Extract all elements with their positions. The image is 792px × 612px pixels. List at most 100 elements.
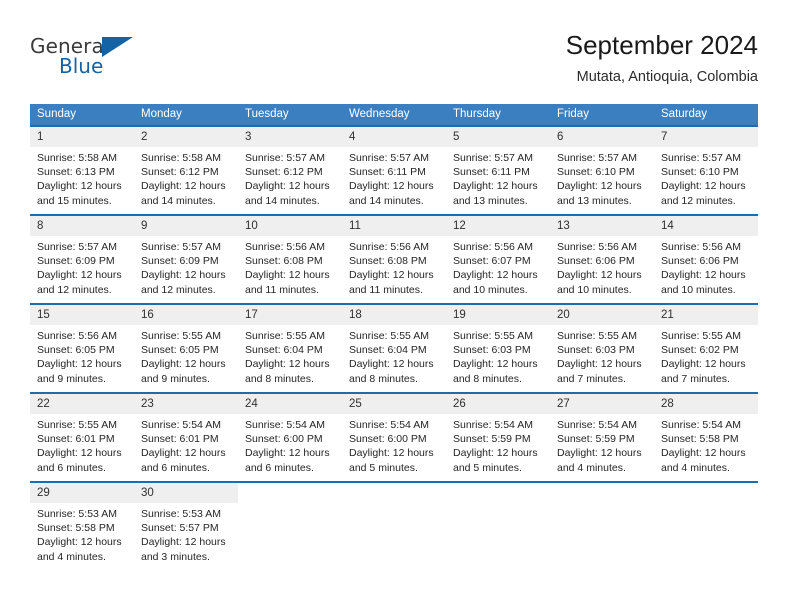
- calendar-day-cell[interactable]: 8 Sunrise: 5:57 AM Sunset: 6:09 PM Daylig…: [30, 214, 134, 304]
- calendar-day-cell[interactable]: 28 Sunrise: 5:54 AM Sunset: 5:58 PM Dayli…: [654, 392, 758, 482]
- day-number: 17: [238, 305, 342, 325]
- day-number: 16: [134, 305, 238, 325]
- calendar-day-cell[interactable]: 18 Sunrise: 5:55 AM Sunset: 6:04 PM Dayli…: [342, 303, 446, 393]
- calendar-day-cell[interactable]: 30 Sunrise: 5:53 AM Sunset: 5:57 PM Dayli…: [134, 481, 238, 575]
- day-sun-info: Sunrise: 5:56 AM Sunset: 6:07 PM Dayligh…: [453, 241, 538, 296]
- calendar-day-cell[interactable]: 24 Sunrise: 5:54 AM Sunset: 6:00 PM Dayli…: [238, 392, 342, 482]
- calendar-week-row: 8 Sunrise: 5:57 AM Sunset: 6:09 PM Daylig…: [30, 214, 758, 304]
- day-number: 22: [30, 394, 134, 414]
- day-number: 30: [134, 483, 238, 503]
- day-number: [238, 483, 342, 503]
- brand-name-blue: Blue: [59, 54, 104, 78]
- calendar-day-cell[interactable]: 4 Sunrise: 5:57 AM Sunset: 6:11 PM Daylig…: [342, 125, 446, 215]
- day-sun-info: Sunrise: 5:54 AM Sunset: 6:00 PM Dayligh…: [349, 419, 434, 474]
- calendar-day-cell[interactable]: 7 Sunrise: 5:57 AM Sunset: 6:10 PM Daylig…: [654, 125, 758, 215]
- day-sun-info: Sunrise: 5:55 AM Sunset: 6:01 PM Dayligh…: [37, 419, 122, 474]
- calendar-grid: Sunday Monday Tuesday Wednesday Thursday…: [30, 104, 758, 575]
- day-number: 5: [446, 127, 550, 147]
- calendar-day-cell[interactable]: 15 Sunrise: 5:56 AM Sunset: 6:05 PM Dayli…: [30, 303, 134, 393]
- day-number: 10: [238, 216, 342, 236]
- calendar-day-cell[interactable]: 22 Sunrise: 5:55 AM Sunset: 6:01 PM Dayli…: [30, 392, 134, 482]
- day-number: 11: [342, 216, 446, 236]
- day-sun-info: Sunrise: 5:57 AM Sunset: 6:09 PM Dayligh…: [37, 241, 122, 296]
- day-sun-info: Sunrise: 5:55 AM Sunset: 6:02 PM Dayligh…: [661, 330, 746, 385]
- day-number: 3: [238, 127, 342, 147]
- calendar-day-cell[interactable]: 9 Sunrise: 5:57 AM Sunset: 6:09 PM Daylig…: [134, 214, 238, 304]
- calendar-day-cell[interactable]: 26 Sunrise: 5:54 AM Sunset: 5:59 PM Dayli…: [446, 392, 550, 482]
- calendar-day-cell[interactable]: 16 Sunrise: 5:55 AM Sunset: 6:05 PM Dayli…: [134, 303, 238, 393]
- weekday-header-monday: Monday: [134, 104, 238, 126]
- day-sun-info: Sunrise: 5:57 AM Sunset: 6:11 PM Dayligh…: [349, 152, 434, 207]
- day-number: 27: [550, 394, 654, 414]
- day-sun-info: Sunrise: 5:53 AM Sunset: 5:58 PM Dayligh…: [37, 508, 122, 563]
- weekday-header-wednesday: Wednesday: [342, 104, 446, 126]
- day-sun-info: Sunrise: 5:56 AM Sunset: 6:06 PM Dayligh…: [557, 241, 642, 296]
- day-number: 8: [30, 216, 134, 236]
- calendar-day-cell-empty: [550, 481, 654, 575]
- calendar-day-cell[interactable]: 3 Sunrise: 5:57 AM Sunset: 6:12 PM Daylig…: [238, 125, 342, 215]
- page-header: General Blue September 2024 Mutata, Anti…: [30, 28, 758, 96]
- calendar-day-cell[interactable]: 25 Sunrise: 5:54 AM Sunset: 6:00 PM Dayli…: [342, 392, 446, 482]
- weekday-header-saturday: Saturday: [654, 104, 758, 126]
- title-block: September 2024 Mutata, Antioquia, Colomb…: [566, 28, 758, 88]
- day-number: 20: [550, 305, 654, 325]
- day-sun-info: Sunrise: 5:57 AM Sunset: 6:12 PM Dayligh…: [245, 152, 330, 207]
- day-number: 9: [134, 216, 238, 236]
- day-sun-info: Sunrise: 5:56 AM Sunset: 6:08 PM Dayligh…: [349, 241, 434, 296]
- calendar-day-cell[interactable]: 29 Sunrise: 5:53 AM Sunset: 5:58 PM Dayli…: [30, 481, 134, 575]
- calendar-day-cell[interactable]: 23 Sunrise: 5:54 AM Sunset: 6:01 PM Dayli…: [134, 392, 238, 482]
- calendar-day-cell[interactable]: 1 Sunrise: 5:58 AM Sunset: 6:13 PM Daylig…: [30, 125, 134, 215]
- calendar-header-row: Sunday Monday Tuesday Wednesday Thursday…: [30, 104, 758, 126]
- calendar-day-cell[interactable]: 21 Sunrise: 5:55 AM Sunset: 6:02 PM Dayli…: [654, 303, 758, 393]
- calendar-week-row: 22 Sunrise: 5:55 AM Sunset: 6:01 PM Dayli…: [30, 392, 758, 482]
- page-title: September 2024: [565, 30, 758, 60]
- calendar-day-cell[interactable]: 10 Sunrise: 5:56 AM Sunset: 6:08 PM Dayli…: [238, 214, 342, 304]
- calendar-week-row: 29 Sunrise: 5:53 AM Sunset: 5:58 PM Dayli…: [30, 481, 758, 575]
- day-number: 29: [30, 483, 134, 503]
- calendar-day-cell[interactable]: 19 Sunrise: 5:55 AM Sunset: 6:03 PM Dayli…: [446, 303, 550, 393]
- weekday-header-tuesday: Tuesday: [238, 104, 342, 126]
- calendar-day-cell[interactable]: 2 Sunrise: 5:58 AM Sunset: 6:12 PM Daylig…: [134, 125, 238, 215]
- day-number: 24: [238, 394, 342, 414]
- calendar-day-cell[interactable]: 5 Sunrise: 5:57 AM Sunset: 6:11 PM Daylig…: [446, 125, 550, 215]
- day-sun-info: Sunrise: 5:57 AM Sunset: 6:11 PM Dayligh…: [453, 152, 538, 207]
- day-sun-info: Sunrise: 5:53 AM Sunset: 5:57 PM Dayligh…: [141, 508, 226, 563]
- brand-logo[interactable]: General Blue: [30, 34, 150, 86]
- day-sun-info: Sunrise: 5:54 AM Sunset: 5:59 PM Dayligh…: [453, 419, 538, 474]
- calendar-day-cell[interactable]: 12 Sunrise: 5:56 AM Sunset: 6:07 PM Dayli…: [446, 214, 550, 304]
- calendar-day-cell[interactable]: 13 Sunrise: 5:56 AM Sunset: 6:06 PM Dayli…: [550, 214, 654, 304]
- day-sun-info: Sunrise: 5:57 AM Sunset: 6:10 PM Dayligh…: [557, 152, 642, 207]
- day-sun-info: Sunrise: 5:54 AM Sunset: 5:58 PM Dayligh…: [661, 419, 746, 474]
- day-sun-info: Sunrise: 5:55 AM Sunset: 6:05 PM Dayligh…: [141, 330, 226, 385]
- day-sun-info: Sunrise: 5:58 AM Sunset: 6:12 PM Dayligh…: [141, 152, 226, 207]
- calendar-day-cell-empty: [654, 481, 758, 575]
- day-number: 23: [134, 394, 238, 414]
- calendar-body: 1 Sunrise: 5:58 AM Sunset: 6:13 PM Daylig…: [30, 125, 758, 575]
- day-number: 12: [446, 216, 550, 236]
- day-number: [446, 483, 550, 503]
- day-number: 15: [30, 305, 134, 325]
- day-sun-info: Sunrise: 5:56 AM Sunset: 6:08 PM Dayligh…: [245, 241, 330, 296]
- day-number: 6: [550, 127, 654, 147]
- day-number: 21: [654, 305, 758, 325]
- day-sun-info: Sunrise: 5:54 AM Sunset: 5:59 PM Dayligh…: [557, 419, 642, 474]
- calendar-week-row: 1 Sunrise: 5:58 AM Sunset: 6:13 PM Daylig…: [30, 125, 758, 215]
- calendar-day-cell[interactable]: 27 Sunrise: 5:54 AM Sunset: 5:59 PM Dayli…: [550, 392, 654, 482]
- day-sun-info: Sunrise: 5:57 AM Sunset: 6:09 PM Dayligh…: [141, 241, 226, 296]
- day-sun-info: Sunrise: 5:56 AM Sunset: 6:06 PM Dayligh…: [661, 241, 746, 296]
- day-number: 18: [342, 305, 446, 325]
- day-number: [342, 483, 446, 503]
- day-number: [550, 483, 654, 503]
- day-number: 2: [134, 127, 238, 147]
- calendar-day-cell[interactable]: 17 Sunrise: 5:55 AM Sunset: 6:04 PM Dayli…: [238, 303, 342, 393]
- day-number: 28: [654, 394, 758, 414]
- calendar-day-cell[interactable]: 20 Sunrise: 5:55 AM Sunset: 6:03 PM Dayli…: [550, 303, 654, 393]
- day-sun-info: Sunrise: 5:54 AM Sunset: 6:01 PM Dayligh…: [141, 419, 226, 474]
- day-number: [654, 483, 758, 503]
- calendar-week-row: 15 Sunrise: 5:56 AM Sunset: 6:05 PM Dayli…: [30, 303, 758, 393]
- calendar-day-cell[interactable]: 14 Sunrise: 5:56 AM Sunset: 6:06 PM Dayli…: [654, 214, 758, 304]
- day-number: 1: [30, 127, 134, 147]
- calendar-day-cell[interactable]: 6 Sunrise: 5:57 AM Sunset: 6:10 PM Daylig…: [550, 125, 654, 215]
- calendar-day-cell[interactable]: 11 Sunrise: 5:56 AM Sunset: 6:08 PM Dayli…: [342, 214, 446, 304]
- day-sun-info: Sunrise: 5:55 AM Sunset: 6:04 PM Dayligh…: [245, 330, 330, 385]
